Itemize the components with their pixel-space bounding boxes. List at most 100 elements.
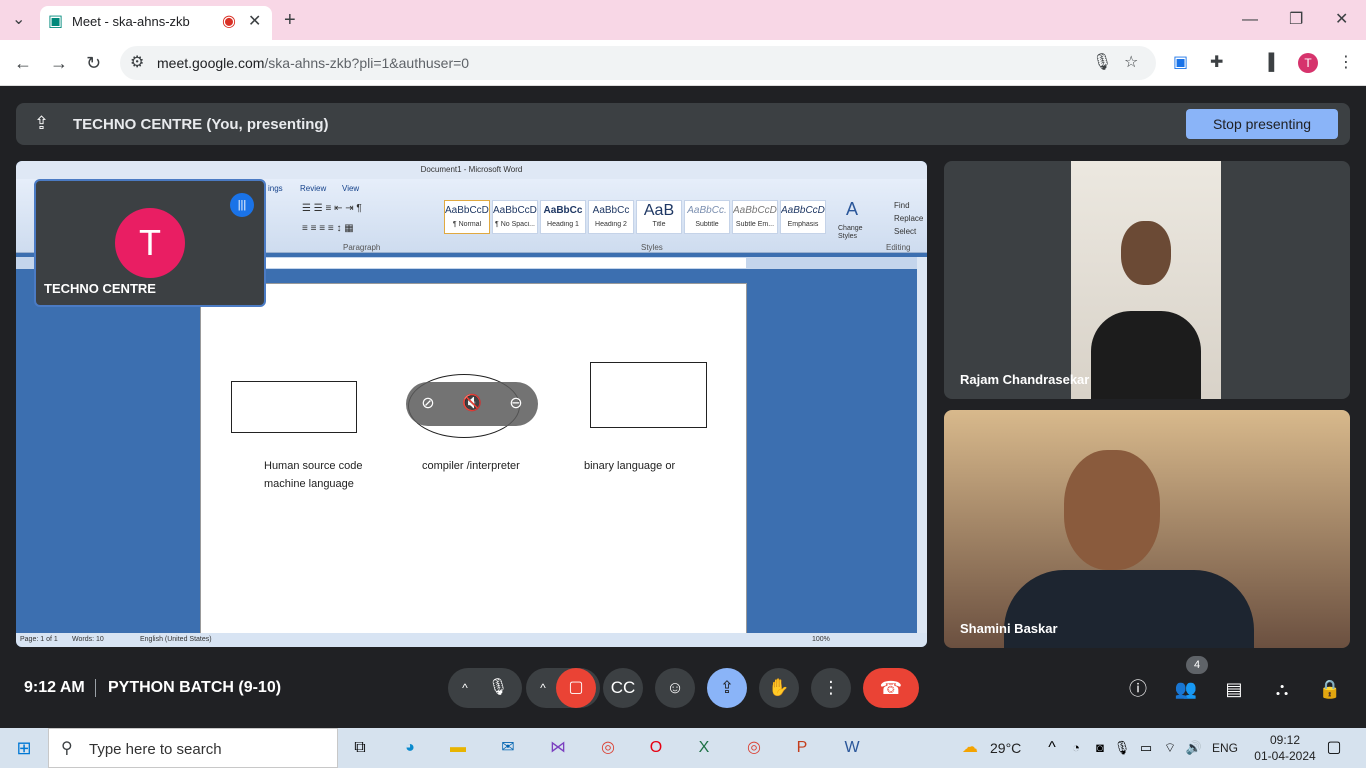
camera-in-use-icon[interactable]: ◙: [1088, 736, 1112, 760]
cast-icon[interactable]: ▣: [1173, 55, 1188, 71]
restore-icon[interactable]: ❐: [1289, 12, 1303, 28]
style-sample: AaBbCcDc: [781, 205, 825, 216]
microphone-icon[interactable]: 🎙: [478, 668, 518, 708]
meeting-details-icon[interactable]: ⓘ: [1125, 676, 1151, 702]
show-hidden-icons-icon[interactable]: ^: [1040, 736, 1064, 760]
replace-button[interactable]: Replace: [894, 214, 923, 223]
styles-group-label: Styles: [641, 243, 663, 252]
diagram-box-right: [590, 362, 707, 428]
input-language[interactable]: ENG: [1212, 741, 1238, 755]
meet-control-bar: 9:12 AM PYTHON BATCH (9-10) ^ 🎙 ^ ▢ CC ☺…: [0, 648, 1366, 728]
taskbar-search-box[interactable]: ⚲ Type here to search: [48, 728, 338, 768]
style-subtle-emphasis[interactable]: AaBbCcDc Subtle Em...: [732, 200, 778, 234]
new-tab-icon[interactable]: +: [284, 10, 296, 30]
profile-avatar[interactable]: T: [1298, 53, 1318, 73]
mute-speaker-icon[interactable]: 🔇: [460, 392, 484, 416]
browser-menu-icon[interactable]: ⋮: [1338, 55, 1354, 71]
opera-icon[interactable]: O: [644, 736, 668, 760]
weather-temperature[interactable]: 29°C: [990, 740, 1021, 756]
volume-icon[interactable]: 🔊: [1182, 736, 1206, 760]
chrome-profile-icon[interactable]: ◎: [742, 736, 766, 760]
wifi-icon[interactable]: ⌔: [1158, 736, 1182, 760]
more-options-icon[interactable]: ⋮: [811, 668, 851, 708]
edge-icon[interactable]: ◕: [398, 736, 422, 760]
remove-icon[interactable]: ⊖: [504, 392, 528, 416]
participant-tile[interactable]: Shamini Baskar: [944, 410, 1350, 648]
style-no-spacing[interactable]: AaBbCcDc ¶ No Spaci...: [492, 200, 538, 234]
camera-off-icon[interactable]: ▢: [556, 668, 596, 708]
chat-icon[interactable]: ▤: [1221, 676, 1247, 702]
site-info-icon[interactable]: ⚙: [130, 55, 144, 71]
raise-hand-icon[interactable]: ✋: [759, 668, 799, 708]
word-icon[interactable]: W: [840, 736, 864, 760]
windows-taskbar: ⊞ ⚲ Type here to search ⧉ ◕ ▬ ✉ ⋈ ◎ O X …: [0, 728, 1366, 768]
style-heading-2[interactable]: AaBbCc Heading 2: [588, 200, 634, 234]
host-controls-icon[interactable]: 🔒: [1317, 676, 1343, 702]
audio-settings-chevron-icon[interactable]: ^: [456, 668, 474, 708]
address-bar[interactable]: ⚙ meet.google.com/ska-ahns-zkb?pli=1&aut…: [120, 46, 1156, 80]
self-preview-tile[interactable]: ||| T TECHNO CENTRE: [34, 179, 266, 307]
change-styles-button[interactable]: Change Styles: [838, 225, 874, 241]
notifications-icon[interactable]: ▢: [1322, 736, 1346, 760]
style-emphasis[interactable]: AaBbCcDc Emphasis: [780, 200, 826, 234]
close-tab-icon[interactable]: ✕: [248, 14, 261, 30]
url-text: meet.google.com/ska-ahns-zkb?pli=1&authu…: [157, 55, 469, 71]
side-panel-icon[interactable]: ▐: [1263, 55, 1274, 71]
presenting-banner: ⇪ TECHNO CENTRE (You, presenting) Stop p…: [16, 103, 1350, 145]
paragraph-tools[interactable]: ☰ ☰ ≡ ⇤ ⇥ ¶: [302, 203, 362, 214]
windows-start-icon[interactable]: ⊞: [12, 736, 36, 760]
ribbon-tab-review[interactable]: Review: [300, 184, 326, 193]
pin-off-icon[interactable]: ⊘: [416, 392, 440, 416]
participant-name: Shamini Baskar: [960, 621, 1058, 636]
reload-icon[interactable]: ↻: [86, 54, 101, 72]
alignment-tools[interactable]: ≡ ≡ ≡ ≡ ↕ ▦: [302, 223, 354, 234]
browser-tab[interactable]: ▣ Meet - ska-ahns-zkb ◉ ✕: [40, 6, 272, 40]
end-call-button[interactable]: ☎: [863, 668, 919, 708]
word-vertical-scrollbar[interactable]: [917, 257, 927, 633]
select-button[interactable]: Select: [894, 227, 916, 236]
ribbon-tab-mailings[interactable]: ings: [268, 184, 283, 193]
chrome-icon[interactable]: ◎: [596, 736, 620, 760]
participant-tile[interactable]: Rajam Chandrasekar: [944, 161, 1350, 399]
word-document-page[interactable]: Human source code machine language compi…: [200, 283, 747, 647]
stop-presenting-button[interactable]: Stop presenting: [1186, 109, 1338, 139]
file-explorer-icon[interactable]: ▬: [446, 736, 470, 760]
weather-icon[interactable]: ☁: [958, 736, 982, 760]
find-button[interactable]: Find: [894, 201, 910, 210]
doc-text-middle: compiler /interpreter: [422, 460, 520, 472]
mail-icon[interactable]: ✉: [496, 736, 520, 760]
microphone-permission-icon[interactable]: 🎙: [1092, 55, 1112, 71]
forward-icon[interactable]: →: [50, 54, 68, 72]
emoji-reactions-icon[interactable]: ☺: [655, 668, 695, 708]
network-icon[interactable]: ◔: [1064, 736, 1088, 760]
visual-studio-icon[interactable]: ⋈: [546, 736, 570, 760]
change-styles-icon: A: [846, 199, 859, 219]
tab-search-icon[interactable]: ⌄: [12, 12, 25, 28]
minimize-icon[interactable]: —: [1242, 12, 1258, 28]
close-window-icon[interactable]: ✕: [1335, 12, 1348, 28]
video-settings-chevron-icon[interactable]: ^: [534, 668, 552, 708]
excel-icon[interactable]: X: [692, 736, 716, 760]
style-subtitle[interactable]: AaBbCc. Subtitle: [684, 200, 730, 234]
battery-icon[interactable]: ▭: [1134, 736, 1158, 760]
browser-tab-strip: ⌄ ▣ Meet - ska-ahns-zkb ◉ ✕ + — ❐ ✕: [0, 0, 1366, 40]
microphone-in-use-icon[interactable]: 🎙: [1110, 736, 1134, 760]
people-icon[interactable]: 👥: [1173, 676, 1199, 702]
doc-text-right: binary language or: [584, 460, 676, 472]
ribbon-tab-view[interactable]: View: [342, 184, 359, 193]
extensions-icon[interactable]: ✚: [1210, 55, 1223, 71]
style-heading-1[interactable]: AaBbCc Heading 1: [540, 200, 586, 234]
style-normal[interactable]: AaBbCcDc ¶ Normal: [444, 200, 490, 234]
captions-icon[interactable]: CC: [603, 668, 643, 708]
taskbar-clock[interactable]: 09:12 01-04-2024: [1252, 732, 1318, 764]
participant-video: [1071, 161, 1221, 399]
style-name: Heading 2: [595, 221, 627, 228]
task-view-icon[interactable]: ⧉: [348, 736, 372, 760]
bookmark-star-icon[interactable]: ☆: [1124, 55, 1138, 71]
back-icon[interactable]: ←: [14, 54, 32, 72]
present-now-icon[interactable]: ⇪: [707, 668, 747, 708]
powerpoint-icon[interactable]: P: [790, 736, 814, 760]
style-title[interactable]: AaB Title: [636, 200, 682, 234]
activities-icon[interactable]: ⛬: [1269, 676, 1295, 702]
participant-name: Rajam Chandrasekar: [960, 372, 1090, 387]
